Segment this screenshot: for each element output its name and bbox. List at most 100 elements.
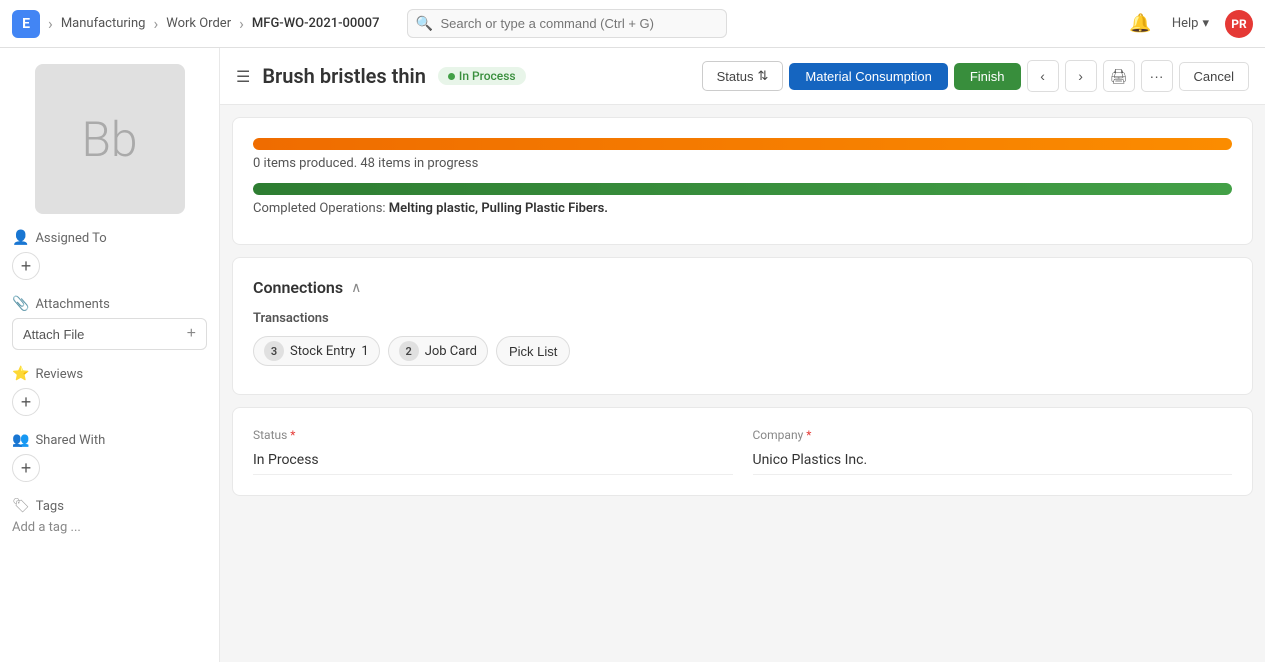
reviews-icon: ⭐	[12, 366, 29, 382]
pick-list-button[interactable]: Pick List	[496, 336, 570, 366]
stock-entry-count: 1	[361, 344, 368, 359]
page-header: ☰ Brush bristles thin In Process Status …	[220, 48, 1265, 105]
reviews-add-button[interactable]: +	[12, 388, 40, 416]
shared-with-add-button[interactable]: +	[12, 454, 40, 482]
job-card-chip[interactable]: 2 Job Card	[388, 336, 488, 366]
status-field: Status * In Process	[253, 428, 733, 475]
main-layout: Bb 👤 Assigned To + 📎 Attachments Attach …	[0, 48, 1265, 662]
more-options-button[interactable]: ···	[1141, 60, 1173, 92]
help-button[interactable]: Help ▾	[1164, 12, 1217, 35]
company-required: *	[806, 428, 811, 442]
status-badge-text: In Process	[459, 69, 516, 83]
assigned-to-section: 👤 Assigned To +	[12, 230, 207, 280]
attach-file-label: Attach File	[23, 327, 84, 342]
tags-icon: 🏷	[12, 498, 30, 514]
transactions-row: 3 Stock Entry 1 2 Job Card Pick List	[253, 336, 1232, 366]
shared-with-label: Shared With	[35, 433, 105, 448]
header-actions: Status ⇅ Material Consumption Finish ‹ ›…	[702, 60, 1249, 92]
next-button[interactable]: ›	[1065, 60, 1097, 92]
avatar: Bb	[35, 64, 185, 214]
avatar-text: Bb	[81, 111, 137, 168]
cancel-button[interactable]: Cancel	[1179, 62, 1249, 91]
items-progress-text: 0 items produced. 48 items in progress	[253, 156, 1232, 171]
finish-button[interactable]: Finish	[954, 63, 1021, 90]
status-field-label: Status *	[253, 428, 733, 442]
assigned-to-label-row: 👤 Assigned To	[12, 230, 207, 246]
breadcrumb-sep-1: ›	[48, 14, 53, 33]
reviews-label: Reviews	[35, 367, 83, 382]
company-field-value: Unico Plastics Inc.	[753, 446, 1233, 475]
search-input[interactable]	[407, 9, 727, 38]
completed-ops-values: Melting plastic, Pulling Plastic Fibers.	[389, 201, 608, 216]
content-area: ☰ Brush bristles thin In Process Status …	[220, 48, 1265, 662]
search-container: 🔍	[407, 9, 1117, 38]
completed-ops-prefix: Completed Operations:	[253, 201, 386, 216]
breadcrumb-sep-3: ›	[239, 14, 244, 33]
page-title: Brush bristles thin	[262, 64, 426, 88]
breadcrumb-sep-2: ›	[153, 14, 158, 33]
breadcrumb-work-order[interactable]: Work Order	[166, 16, 231, 31]
print-button[interactable]: 🖨	[1103, 60, 1135, 92]
stock-entry-chip[interactable]: 3 Stock Entry 1	[253, 336, 380, 366]
progress-section-orange: 0 items produced. 48 items in progress	[253, 138, 1232, 171]
shared-with-section: 👥 Shared With +	[12, 432, 207, 482]
progress-bar-orange-track	[253, 138, 1232, 150]
hamburger-icon[interactable]: ☰	[236, 67, 250, 86]
stock-entry-label: Stock Entry	[290, 344, 355, 359]
transactions-label: Transactions	[253, 311, 1232, 326]
completed-operations-text: Completed Operations: Melting plastic, P…	[253, 201, 1232, 216]
job-card-num: 2	[399, 341, 419, 361]
progress-section-green: Completed Operations: Melting plastic, P…	[253, 183, 1232, 216]
tags-label-row: 🏷 Tags	[12, 498, 207, 514]
company-field-label: Company *	[753, 428, 1233, 442]
add-tag-link[interactable]: Add a tag ...	[12, 520, 207, 535]
assigned-to-label: Assigned To	[35, 231, 106, 246]
assigned-to-icon: 👤	[12, 230, 29, 246]
collapse-icon[interactable]: ∧	[351, 280, 361, 296]
reviews-label-row: ⭐ Reviews	[12, 366, 207, 382]
attachments-label-row: 📎 Attachments	[12, 296, 207, 312]
status-button-label: Status	[717, 69, 754, 84]
reviews-section: ⭐ Reviews +	[12, 366, 207, 416]
shared-with-icon: 👥	[12, 432, 29, 448]
job-card-label: Job Card	[425, 344, 477, 359]
status-dot	[448, 73, 455, 80]
status-chevron-icon: ⇅	[757, 68, 768, 84]
tags-section: 🏷 Tags Add a tag ...	[12, 498, 207, 535]
status-required: *	[290, 428, 295, 442]
progress-bar-green-fill	[253, 183, 1232, 195]
status-grid: Status * In Process Company * Unico Plas…	[253, 428, 1232, 475]
attachments-label: Attachments	[35, 297, 109, 312]
top-nav: E › Manufacturing › Work Order › MFG-WO-…	[0, 0, 1265, 48]
help-label: Help	[1172, 16, 1199, 31]
company-field: Company * Unico Plastics Inc.	[753, 428, 1233, 475]
stock-entry-num: 3	[264, 341, 284, 361]
help-chevron-icon: ▾	[1202, 16, 1209, 31]
status-badge: In Process	[438, 67, 526, 85]
user-avatar[interactable]: PR	[1225, 10, 1253, 38]
shared-with-label-row: 👥 Shared With	[12, 432, 207, 448]
attachments-section: 📎 Attachments Attach File +	[12, 296, 207, 350]
material-consumption-button[interactable]: Material Consumption	[789, 63, 947, 90]
assigned-to-add-button[interactable]: +	[12, 252, 40, 280]
tags-label: Tags	[36, 499, 64, 514]
breadcrumb-manufacturing[interactable]: Manufacturing	[61, 16, 146, 31]
search-icon: 🔍	[415, 16, 432, 32]
attachments-icon: 📎	[12, 296, 29, 312]
status-button[interactable]: Status ⇅	[702, 61, 784, 91]
attach-plus-icon: +	[187, 325, 196, 343]
notification-bell-icon[interactable]: 🔔	[1125, 9, 1155, 38]
breadcrumb-current: MFG-WO-2021-00007	[252, 16, 380, 31]
status-field-value: In Process	[253, 446, 733, 475]
progress-bar-green-track	[253, 183, 1232, 195]
connections-title: Connections	[253, 278, 343, 297]
connections-card: Connections ∧ Transactions 3 Stock Entry…	[232, 257, 1253, 395]
progress-bar-orange-fill	[253, 138, 1232, 150]
sidebar: Bb 👤 Assigned To + 📎 Attachments Attach …	[0, 48, 220, 662]
attach-file-button[interactable]: Attach File +	[12, 318, 207, 350]
progress-card: 0 items produced. 48 items in progress C…	[232, 117, 1253, 245]
app-logo[interactable]: E	[12, 10, 40, 38]
status-company-card: Status * In Process Company * Unico Plas…	[232, 407, 1253, 496]
connections-header: Connections ∧	[253, 278, 1232, 297]
prev-button[interactable]: ‹	[1027, 60, 1059, 92]
